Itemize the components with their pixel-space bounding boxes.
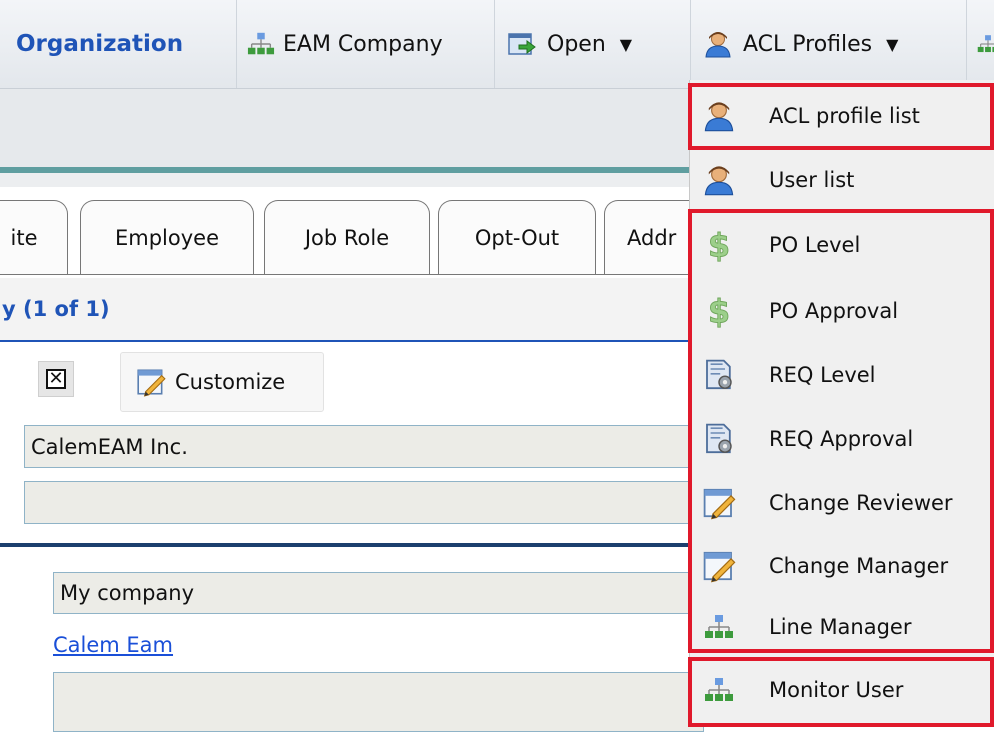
open-icon [505,29,539,59]
org-chart-icon [977,33,994,55]
section-title: y (1 of 1) [2,297,110,321]
document-gear-icon [697,417,741,461]
customize-button[interactable]: Customize [120,352,324,412]
tab-site[interactable]: ite [0,200,68,274]
tab-employee[interactable]: Employee [80,200,254,274]
menu-item-req-approval[interactable]: REQ Approval [689,406,994,472]
menu-item-label: REQ Level [769,363,876,387]
menu-item-po-approval[interactable]: PO Approval [689,278,994,344]
org-chart-icon [247,30,275,58]
dollar-icon [697,289,741,333]
menu-item-label: PO Approval [769,299,899,323]
menu-item-label: Change Reviewer [769,491,953,515]
description-field[interactable]: My company [53,572,704,614]
org-chart-icon [697,668,741,712]
document-gear-icon [697,353,741,397]
org-chart-icon [697,605,741,649]
menu-item-label: PO Level [769,233,861,257]
company-name-field[interactable]: CalemEAM Inc. [24,425,704,468]
eam-company-label: EAM Company [283,31,443,57]
menu-item-change-manager[interactable]: Change Manager [689,533,994,599]
edit-form-icon [697,544,741,588]
next-toolbar-button[interactable] [966,0,994,88]
person-icon [697,158,741,202]
close-icon: ✕ [46,369,66,389]
top-toolbar: Organization EAM Company Open ▼ ACL Prof… [0,0,994,89]
eam-company-button[interactable]: EAM Company [236,0,503,88]
tab-opt-out[interactable]: Opt-Out [438,200,596,274]
close-button[interactable]: ✕ [38,361,74,397]
organization-title: Organization [16,31,184,57]
acl-profiles-menu-button[interactable]: ACL Profiles ▼ [690,0,975,88]
open-label: Open [547,31,606,57]
open-menu-button[interactable]: Open ▼ [494,0,699,88]
edit-form-icon [697,481,741,525]
chevron-down-icon: ▼ [619,34,633,54]
notes-field[interactable] [53,672,704,732]
edit-form-icon [135,366,167,398]
menu-item-change-reviewer[interactable]: Change Reviewer [689,470,994,536]
menu-item-req-level[interactable]: REQ Level [689,342,994,408]
menu-item-line-manager[interactable]: Line Manager [689,595,994,659]
chevron-down-icon: ▼ [886,34,899,54]
tab-job-role[interactable]: Job Role [264,200,430,274]
menu-item-monitor-user[interactable]: Monitor User [689,660,994,720]
menu-item-label: REQ Approval [769,427,914,451]
contact-link[interactable]: Calem Eam [53,633,173,657]
menu-item-label: User list [769,168,855,192]
users-icon [701,29,735,59]
menu-item-user-list[interactable]: User list [689,150,994,210]
menu-item-acl-profile-list[interactable]: ACL profile list [689,86,994,146]
menu-item-label: Line Manager [769,615,912,639]
person-icon [697,94,741,138]
menu-item-po-level[interactable]: PO Level [689,212,994,278]
menu-item-label: Change Manager [769,554,949,578]
menu-item-label: Monitor User [769,678,904,702]
menu-item-label: ACL profile list [769,104,920,128]
secondary-field[interactable] [24,481,704,524]
acl-profiles-label: ACL Profiles [743,31,873,57]
customize-label: Customize [175,370,286,394]
dollar-icon [697,223,741,267]
